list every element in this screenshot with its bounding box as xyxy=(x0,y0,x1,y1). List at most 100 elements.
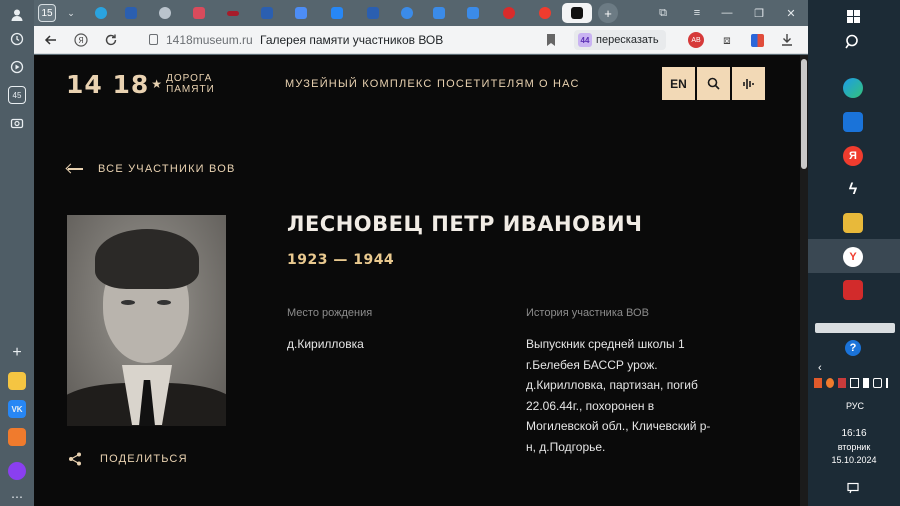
tab-dropdown[interactable]: ⌄ xyxy=(58,3,84,23)
tab-mail[interactable] xyxy=(394,3,420,23)
star-favicon-icon xyxy=(571,7,583,19)
audio-button[interactable] xyxy=(732,67,765,100)
tray-app-icon[interactable] xyxy=(814,378,823,388)
file-explorer-icon[interactable] xyxy=(843,213,863,233)
tray-app-icon[interactable] xyxy=(862,378,870,388)
portrait-photo xyxy=(67,215,226,426)
logo-numbers: 14 18 xyxy=(66,69,150,99)
bookmark-icon[interactable] xyxy=(542,31,560,49)
history-line: г.Белебея БАССР урож. xyxy=(526,357,658,372)
alice-icon[interactable] xyxy=(8,462,26,480)
tab-vk[interactable] xyxy=(324,3,350,23)
help-icon[interactable]: ? xyxy=(845,340,861,356)
search-icon[interactable] xyxy=(843,32,863,52)
tab-telegram[interactable] xyxy=(88,3,114,23)
mail-icon[interactable] xyxy=(843,112,863,132)
logo-text: ДОРОГА ПАМЯТИ xyxy=(166,73,215,95)
lang-button[interactable]: EN xyxy=(662,67,695,100)
windows-taskbar: Я ϟ Y ? ‹ РУС 16:16 вторник 15.10.2024 xyxy=(808,0,900,506)
tab-yandex[interactable] xyxy=(532,3,558,23)
add-icon[interactable]: + xyxy=(8,344,26,362)
menu-icon[interactable]: ≡ xyxy=(688,4,706,22)
tab-count: 15 xyxy=(41,7,53,19)
tray-app-icon[interactable] xyxy=(838,378,847,388)
back-arrow-icon[interactable] xyxy=(42,31,60,49)
nav-museum-complex[interactable]: МУЗЕЙНЫЙ КОМПЛЕКС xyxy=(285,78,433,90)
vk-icon[interactable]: VK xyxy=(8,400,26,418)
tab-count-button[interactable]: 15 xyxy=(38,4,56,22)
search-button[interactable] xyxy=(697,67,730,100)
history-text: Выпускник средней школы 1 г.Белебея БАСС… xyxy=(526,334,710,457)
minimize-icon[interactable]: — xyxy=(718,4,736,22)
tab-active-1418museum[interactable] xyxy=(562,3,592,23)
screenshot-icon[interactable] xyxy=(8,114,26,132)
birthplace-value: д.Кирилловка xyxy=(287,337,364,351)
plus-icon: + xyxy=(604,5,612,21)
windows-start-icon[interactable] xyxy=(843,6,863,26)
new-tab-button[interactable]: + xyxy=(598,3,618,23)
tab-9[interactable] xyxy=(360,3,386,23)
clock-weekday: вторник xyxy=(837,442,871,452)
mail-icon xyxy=(467,7,479,19)
nav-about[interactable]: О НАС xyxy=(539,78,580,90)
tab-strip: 15 ⌄ + ⧉ ≡ — ❐ ✕ xyxy=(34,0,808,26)
nav-visitors[interactable]: ПОСЕТИТЕЛЯМ xyxy=(437,78,535,90)
input-language[interactable]: РУС xyxy=(846,401,864,411)
clock-date: 15.10.2024 xyxy=(831,455,877,465)
address-bar: Я 1418museum.ru Галерея памяти участнико… xyxy=(34,26,808,54)
tab-4[interactable] xyxy=(186,3,212,23)
tab-mail-3[interactable] xyxy=(460,3,486,23)
app-icon-yellow[interactable] xyxy=(8,372,26,390)
retell-button[interactable]: 44 пересказать xyxy=(574,30,666,50)
history-line: Могилевской обл., Кличевский р- xyxy=(526,419,711,433)
pdf-reader-icon[interactable] xyxy=(843,280,863,300)
history-line: д.Кирилловка, партизан, погиб xyxy=(526,378,698,392)
url-text[interactable]: 1418museum.ru xyxy=(166,33,253,47)
edge-icon[interactable] xyxy=(843,78,863,98)
back-to-participants-link[interactable]: ВСЕ УЧАСТНИКИ ВОВ xyxy=(66,163,236,175)
media-icon[interactable] xyxy=(8,58,26,76)
tab-2[interactable] xyxy=(118,3,144,23)
tab-3[interactable] xyxy=(152,3,178,23)
yandex-logo-icon[interactable]: Я xyxy=(72,31,90,49)
profile-icon[interactable] xyxy=(8,6,26,24)
tab-mail-2[interactable] xyxy=(426,3,452,23)
history-icon[interactable] xyxy=(8,30,26,48)
notifications-icon[interactable] xyxy=(843,478,863,498)
tab-13[interactable] xyxy=(496,3,522,23)
browser-sidebar: 45 + VK ⋯ xyxy=(0,0,34,506)
lightning-icon[interactable]: ϟ xyxy=(843,180,863,200)
yandex-browser-icon[interactable]: Y xyxy=(843,247,863,267)
network-icon[interactable] xyxy=(873,378,882,388)
more-icon[interactable]: ⋯ xyxy=(8,488,26,506)
site-logo[interactable]: 14 18 ★ ДОРОГА ПАМЯТИ xyxy=(66,69,215,99)
tray-app-icon[interactable] xyxy=(826,378,835,388)
tray-app-icon[interactable] xyxy=(850,378,859,388)
vk-icon xyxy=(331,7,343,19)
mail-app-icon[interactable] xyxy=(8,428,26,446)
yandex-icon xyxy=(539,7,551,19)
share-button[interactable]: ПОДЕЛИТЬСЯ xyxy=(68,452,188,466)
clock-time[interactable]: 16:16 xyxy=(808,428,900,439)
tab-7[interactable] xyxy=(288,3,314,23)
reload-icon[interactable] xyxy=(102,31,120,49)
site-favicon-icon xyxy=(227,10,239,16)
page-scrollbar[interactable] xyxy=(800,55,808,506)
tabs-switch-icon[interactable]: ⧉ xyxy=(654,4,672,22)
downloads-icon[interactable] xyxy=(778,31,796,49)
tray-scrollbar[interactable] xyxy=(815,323,895,333)
yandex-icon[interactable]: Я xyxy=(843,146,863,166)
person-name: ЛЕСНОВЕЦ ПЕТР ИВАНОВИЧ xyxy=(287,212,643,236)
volume-icon[interactable] xyxy=(885,378,894,388)
scrollbar-thumb[interactable] xyxy=(801,59,807,169)
adblock-icon[interactable]: AB xyxy=(688,32,704,48)
tab-5[interactable] xyxy=(220,3,246,23)
tray-expand-icon[interactable]: ‹ xyxy=(818,362,822,374)
telegram-icon xyxy=(95,7,107,19)
extension-puzzle-icon[interactable]: ⧈ xyxy=(718,31,736,49)
tab-6[interactable] xyxy=(254,3,280,23)
extension-icon[interactable] xyxy=(748,31,766,49)
badge-45-icon[interactable]: 45 xyxy=(8,86,26,104)
close-icon[interactable]: ✕ xyxy=(782,4,800,22)
restore-icon[interactable]: ❐ xyxy=(750,4,768,22)
